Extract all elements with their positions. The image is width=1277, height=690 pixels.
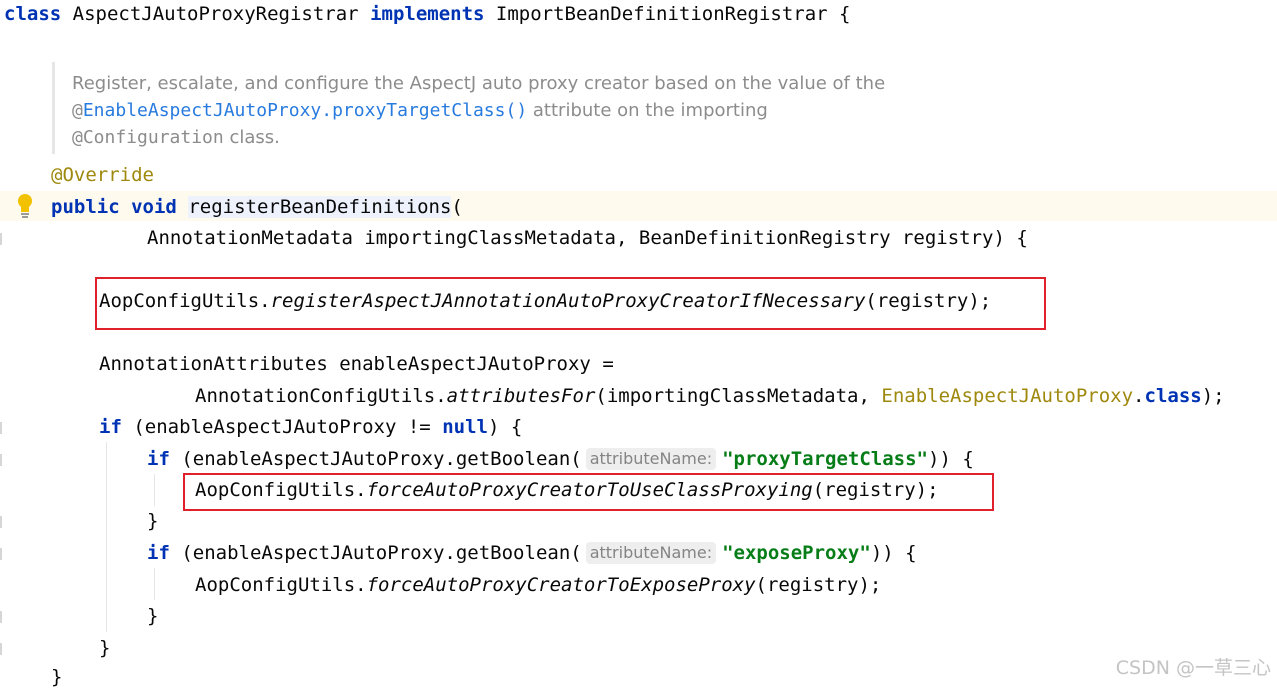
- method-signature[interactable]: public void registerBeanDefinitions(: [51, 194, 463, 220]
- indent-guide-inner-2: [154, 568, 155, 600]
- keyword-if: if: [147, 448, 170, 470]
- if-expose-end: )) {: [870, 542, 917, 564]
- close-brace: }: [51, 666, 63, 688]
- javadoc-at: @: [72, 100, 83, 121]
- keyword-implements: implements: [370, 3, 485, 25]
- gutter-mark: [0, 233, 2, 245]
- keyword-if: if: [147, 542, 170, 564]
- register-method[interactable]: registerAspectJAnnotationAutoProxyCreato…: [271, 290, 866, 312]
- force-proxy-args: (registry);: [812, 479, 939, 501]
- string-literal: "proxyTargetClass": [722, 448, 928, 470]
- force-expose-proxy-call[interactable]: AopConfigUtils.forceAutoProxyCreatorToEx…: [195, 572, 881, 598]
- gutter-mark: [0, 422, 2, 434]
- keyword-class: class: [4, 3, 62, 25]
- force-class-proxying-call[interactable]: AopConfigUtils.forceAutoProxyCreatorToUs…: [195, 477, 939, 503]
- if-null-cond: (enableAspectJAutoProxy !=: [121, 416, 443, 438]
- indent-guide-inner-1: [154, 474, 155, 506]
- gutter-mark: [0, 548, 2, 560]
- if-proxy-end: )) {: [928, 448, 974, 470]
- string-literal: "exposeProxy": [722, 542, 871, 564]
- register-call[interactable]: AopConfigUtils.registerAspectJAnnotation…: [99, 288, 991, 314]
- gutter-mark: [0, 516, 2, 528]
- keyword-class-literal: class: [1144, 385, 1202, 407]
- javadoc-line-2: @EnableAspectJAutoProxy.proxyTargetClass…: [72, 98, 768, 124]
- method-params[interactable]: AnnotationMetadata importingClassMetadat…: [147, 225, 1028, 251]
- class-name: AspectJAutoProxyRegistrar: [61, 3, 371, 25]
- if-expose-proxy[interactable]: if (enableAspectJAutoProxy.getBoolean(at…: [147, 540, 917, 566]
- if-proxy-call: (enableAspectJAutoProxy.getBoolean(: [169, 448, 582, 470]
- attrs-args: (importingClassMetadata,: [595, 385, 882, 407]
- class-declaration[interactable]: class AspectJAutoProxyRegistrar implemen…: [4, 1, 851, 27]
- csdn-watermark: CSDN @一草三心: [1115, 657, 1271, 679]
- force-proxy-receiver: AopConfigUtils.: [195, 479, 367, 501]
- register-receiver: AopConfigUtils.: [99, 290, 271, 312]
- attrs-type[interactable]: EnableAspectJAutoProxy: [881, 385, 1133, 407]
- if-null-end: ) {: [487, 416, 523, 438]
- javadoc-line-1: Register, escalate, and configure the As…: [72, 73, 886, 94]
- gutter-mark: [0, 643, 2, 655]
- register-args: (registry);: [865, 290, 992, 312]
- if-expose-call: (enableAspectJAutoProxy.getBoolean(: [169, 542, 582, 564]
- interface-name: ImportBeanDefinitionRegistrar {: [484, 3, 851, 25]
- attrs-method[interactable]: attributesFor: [447, 385, 596, 407]
- gutter-mark: [0, 611, 2, 623]
- force-expose-args: (registry);: [755, 574, 882, 596]
- attrs-dot: .: [1133, 385, 1145, 407]
- javadoc-configuration: @Configuration: [72, 127, 224, 148]
- keyword-public: public: [51, 196, 120, 218]
- intention-bulb-icon[interactable]: [14, 192, 36, 218]
- force-expose-receiver: AopConfigUtils.: [195, 574, 367, 596]
- indent-guide-outer: [106, 442, 107, 632]
- parameter-hint: attributeName:: [585, 448, 717, 470]
- close-brace: }: [147, 510, 159, 532]
- gutter-mark: [0, 454, 2, 466]
- keyword-null: null: [442, 416, 488, 438]
- javadoc-link[interactable]: EnableAspectJAutoProxy.proxyTargetClass(…: [83, 100, 527, 121]
- javadoc-line-3-rest: class.: [223, 127, 280, 148]
- method-name[interactable]: registerBeanDefinitions: [188, 196, 452, 218]
- attrs-receiver: AnnotationConfigUtils.: [195, 385, 447, 407]
- if-proxy-target-class[interactable]: if (enableAspectJAutoProxy.getBoolean(at…: [147, 446, 974, 472]
- attributes-initializer[interactable]: AnnotationConfigUtils.attributesFor(impo…: [195, 383, 1225, 409]
- if-not-null[interactable]: if (enableAspectJAutoProxy != null) {: [99, 414, 522, 440]
- close-brace: }: [147, 605, 159, 627]
- javadoc-line-3: @Configuration class.: [72, 125, 280, 151]
- parameter-hint: attributeName:: [585, 542, 717, 564]
- attributes-declaration[interactable]: AnnotationAttributes enableAspectJAutoPr…: [99, 351, 614, 377]
- attrs-end: );: [1201, 385, 1225, 407]
- keyword-void: void: [131, 196, 177, 218]
- open-paren: (: [451, 196, 463, 218]
- javadoc-line-2-rest: attribute on the importing: [527, 100, 768, 121]
- force-proxy-method[interactable]: forceAutoProxyCreatorToUseClassProxying: [367, 479, 813, 501]
- override-annotation[interactable]: @Override: [51, 162, 154, 188]
- force-expose-method[interactable]: forceAutoProxyCreatorToExposeProxy: [367, 574, 756, 596]
- keyword-if: if: [99, 416, 122, 438]
- close-brace: }: [99, 637, 111, 659]
